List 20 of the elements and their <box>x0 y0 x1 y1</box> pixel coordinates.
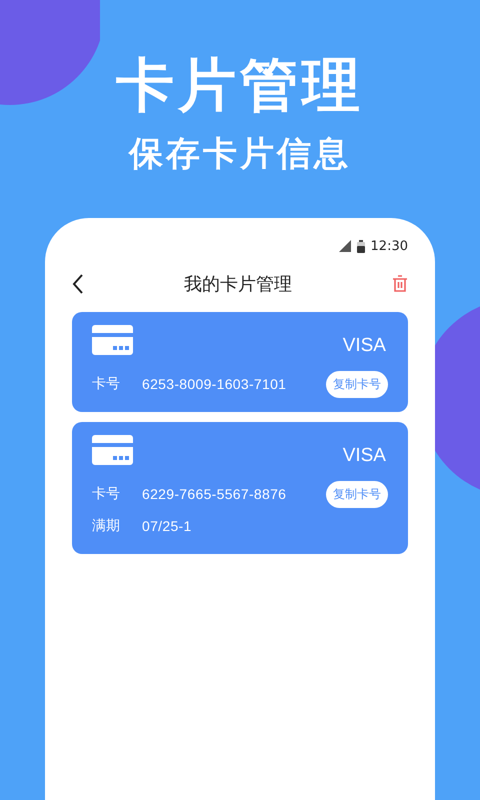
card-icon <box>92 435 133 465</box>
back-icon[interactable] <box>72 274 84 294</box>
field-value: 6229-7665-5567-8876 <box>142 486 288 502</box>
signal-icon <box>338 240 351 252</box>
headline: 卡片管理 <box>116 50 364 120</box>
copy-button[interactable]: 复制卡号 <box>326 370 388 398</box>
trash-icon[interactable] <box>392 275 408 293</box>
card-brand: VISA <box>342 334 386 357</box>
status-time: 12:30 <box>370 238 408 254</box>
battery-icon <box>356 240 365 252</box>
card-icon <box>92 325 133 355</box>
field-label: 卡号 <box>92 375 121 393</box>
subheadline: 保存卡片信息 <box>129 133 351 176</box>
page-title: 我的卡片管理 <box>184 273 292 296</box>
field-label: 卡号 <box>92 485 121 503</box>
field-value: 07/25-1 <box>142 518 193 534</box>
copy-button[interactable]: 复制卡号 <box>326 480 388 508</box>
field-label: 满期 <box>92 517 121 535</box>
field-value: 6253-8009-1603-7101 <box>142 376 288 392</box>
card-brand: VISA <box>342 444 386 467</box>
